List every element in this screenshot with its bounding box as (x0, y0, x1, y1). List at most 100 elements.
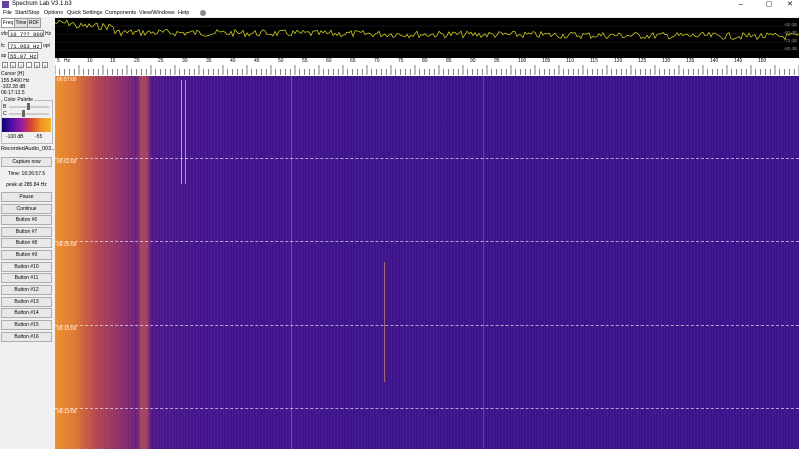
freq-tick-label: 50 (278, 58, 284, 64)
fc-unit[interactable]: opt (43, 43, 50, 49)
app-icon (2, 1, 9, 8)
waterfall-timestamp: 06:13:00 (57, 409, 77, 415)
tab-freq[interactable]: Freq (1, 18, 15, 28)
menu-quick-settings[interactable]: Quick Settings (67, 10, 102, 16)
nav-right-button[interactable]: > (34, 62, 40, 68)
freq-tick-label: 85 (446, 58, 452, 64)
freq-tick-label: 65 (350, 58, 356, 64)
vfo-label: vfo (1, 31, 8, 37)
button-11[interactable]: Button #11 (1, 273, 52, 283)
spectrum-display[interactable]: -50 dB -60 dB -70 dB -80 dB (55, 18, 799, 58)
palette-min-label: -100 dB (6, 134, 24, 140)
freq-tick-label: 70 (374, 58, 380, 64)
freq-tick-label: 120 (614, 58, 623, 64)
brightness-label: B (3, 104, 7, 110)
waterfall-carrier-line (483, 76, 484, 449)
menu-view-windows[interactable]: View/Windows (139, 10, 175, 16)
freq-tick-label: 20 (134, 58, 140, 64)
nav-left-button[interactable]: < (10, 62, 16, 68)
time-marker-line (55, 408, 799, 409)
button-10[interactable]: Button #10 (1, 262, 52, 272)
sp-label: sp (1, 53, 7, 59)
continue-button[interactable]: Continue (1, 204, 52, 214)
freq-tick-label: 100 (518, 58, 527, 64)
time-marker-line (55, 325, 799, 326)
contrast-slider[interactable] (9, 113, 49, 115)
menu-help[interactable]: Help (178, 10, 189, 16)
button-9[interactable]: Button #9 (1, 250, 52, 260)
waterfall-timestamp: 06:57:00 (57, 77, 77, 83)
freq-tick-label: 35 (206, 58, 212, 64)
tab-time[interactable]: Time (14, 18, 28, 28)
freq-tick-label: 105 (542, 58, 551, 64)
waterfall-timestamp: 06:15:00 (57, 326, 77, 332)
waterfall-carrier-line (291, 76, 292, 449)
minimize-button[interactable]: – (733, 0, 749, 9)
palette-max-label: -55 (35, 134, 43, 140)
button-6[interactable]: Button #6 (1, 215, 52, 225)
vfo-field[interactable]: 10 7?? 000 (8, 30, 44, 38)
freq-tick-label: 75 (398, 58, 404, 64)
db-label-1: -50 dB (783, 22, 797, 27)
button-16[interactable]: Button #16 (1, 332, 52, 342)
frequency-scale[interactable]: 5 10 15 20 25 30 35 40 45 50 55 60 65 70… (55, 58, 799, 76)
freq-tick-label: 15 (110, 58, 116, 64)
waterfall-trace (185, 80, 186, 184)
time-readout: Time: 16:26:57.5 (7, 171, 46, 177)
brightness-slider-thumb[interactable] (27, 103, 30, 110)
nav-left-fast-button[interactable]: < (2, 62, 8, 68)
freq-tick-label: 5 (57, 58, 60, 64)
button-13[interactable]: Button #13 (1, 297, 52, 307)
file-label: RecordedAudio_003... (1, 146, 56, 152)
button-14[interactable]: Button #14 (1, 308, 52, 318)
button-15[interactable]: Button #15 (1, 320, 52, 330)
window-title: Spectrum Lab V3.1.b3 (12, 1, 72, 7)
maximize-button[interactable]: ▢ (761, 0, 777, 9)
waterfall-trace (181, 80, 182, 184)
contrast-label: C (3, 111, 7, 117)
nav-right-fast-button[interactable]: > (42, 62, 48, 68)
freq-tick-label: 135 (686, 58, 695, 64)
menu-start-stop[interactable]: Start/Stop (15, 10, 39, 16)
freq-tick-label: 150 (758, 58, 767, 64)
waterfall-vertical-streaks (55, 76, 799, 449)
freq-tick-label: 40 (230, 58, 236, 64)
tab-rdf[interactable]: RDF (27, 18, 41, 28)
freq-tick-label: 90 (470, 58, 476, 64)
status-circle-icon (200, 10, 206, 16)
vfo-unit: Hz (45, 31, 52, 37)
freq-tick-label: 130 (662, 58, 671, 64)
capture-now-button[interactable]: Capture now (1, 157, 52, 167)
freq-tick-label: 95 (494, 58, 500, 64)
freq-tick-label: 115 (590, 58, 598, 64)
peak-readout: peak at 285.84 Hz (6, 182, 47, 188)
menu-options[interactable]: Options (44, 10, 63, 16)
button-7[interactable]: Button #7 (1, 227, 52, 237)
close-button[interactable]: ✕ (782, 0, 798, 9)
palette-gradient (2, 118, 51, 132)
freq-unit-label: Hz (64, 58, 71, 64)
db-label-4: -80 dB (783, 46, 797, 51)
freq-tick-label: 80 (422, 58, 428, 64)
zoom-in-button[interactable]: + (18, 62, 24, 68)
freq-tick-label: 125 (638, 58, 647, 64)
waterfall-timestamp: 06:25:00 (57, 242, 77, 248)
time-marker-line (55, 158, 799, 159)
menu-components[interactable]: Components (105, 10, 136, 16)
cursor-heading: Cursor [H] (1, 71, 24, 77)
freq-tick-label: 140 (710, 58, 719, 64)
waterfall-timestamp: 06:52:00 (57, 159, 77, 165)
fc-label: fc (1, 43, 5, 49)
zoom-out-button[interactable]: - (26, 62, 32, 68)
sp-field[interactable]: 55.97 Hz (8, 52, 38, 60)
freq-tick-label: 10 (87, 58, 93, 64)
waterfall-display[interactable]: 06:57:00 06:52:00 06:25:00 06:15:00 06:1… (55, 76, 799, 449)
time-marker-line (55, 241, 799, 242)
freq-tick-label: 30 (182, 58, 188, 64)
button-8[interactable]: Button #8 (1, 238, 52, 248)
pause-button[interactable]: Pause (1, 192, 52, 202)
button-12[interactable]: Button #12 (1, 285, 52, 295)
fc-field[interactable]: 71.963 Hz (8, 42, 42, 50)
contrast-slider-thumb[interactable] (22, 110, 25, 117)
menu-file[interactable]: File (3, 10, 12, 16)
